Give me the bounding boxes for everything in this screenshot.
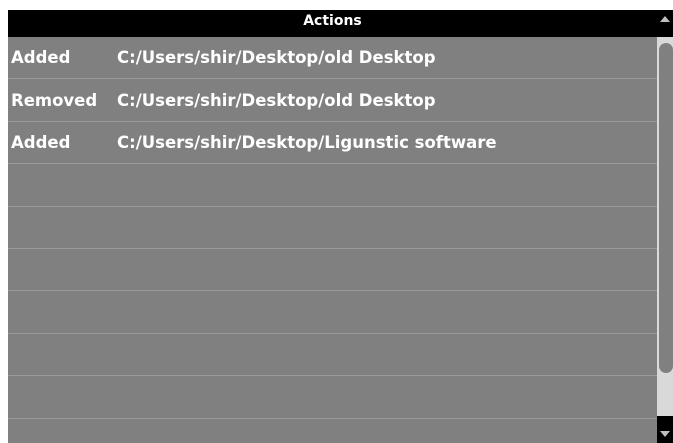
row-action: Removed — [11, 90, 98, 110]
actions-list[interactable]: Added C:/Users/shir/Desktop/old Desktop … — [8, 37, 657, 443]
row-action: Added — [11, 132, 71, 152]
actions-panel: Actions Added C:/Users/shir/Desktop/old … — [0, 0, 673, 443]
scroll-up-button[interactable] — [657, 10, 673, 37]
vertical-scrollbar[interactable] — [657, 10, 673, 443]
table-row[interactable] — [8, 249, 657, 292]
row-path: C:/Users/shir/Desktop/old Desktop — [117, 90, 436, 110]
table-row[interactable]: Added C:/Users/shir/Desktop/Ligunstic so… — [8, 122, 657, 165]
actions-header-label: Actions — [303, 13, 362, 29]
table-row[interactable] — [8, 164, 657, 207]
scroll-down-button[interactable] — [657, 416, 673, 443]
row-action: Added — [11, 48, 71, 68]
table-row[interactable]: Added C:/Users/shir/Desktop/old Desktop — [8, 37, 657, 80]
table-row[interactable] — [8, 207, 657, 249]
table-row[interactable] — [8, 419, 657, 443]
scroll-down-arrow-icon — [660, 431, 670, 437]
table-row[interactable] — [8, 334, 657, 377]
table-row[interactable]: Removed C:/Users/shir/Desktop/old Deskto… — [8, 79, 657, 122]
scrollbar-thumb[interactable] — [659, 43, 673, 373]
table-row[interactable] — [8, 376, 657, 419]
scroll-up-arrow-icon — [660, 16, 670, 22]
row-path: C:/Users/shir/Desktop/Ligunstic software — [117, 132, 497, 152]
table-row[interactable] — [8, 291, 657, 334]
actions-column-header[interactable]: Actions — [8, 10, 657, 37]
row-path: C:/Users/shir/Desktop/old Desktop — [117, 48, 436, 68]
